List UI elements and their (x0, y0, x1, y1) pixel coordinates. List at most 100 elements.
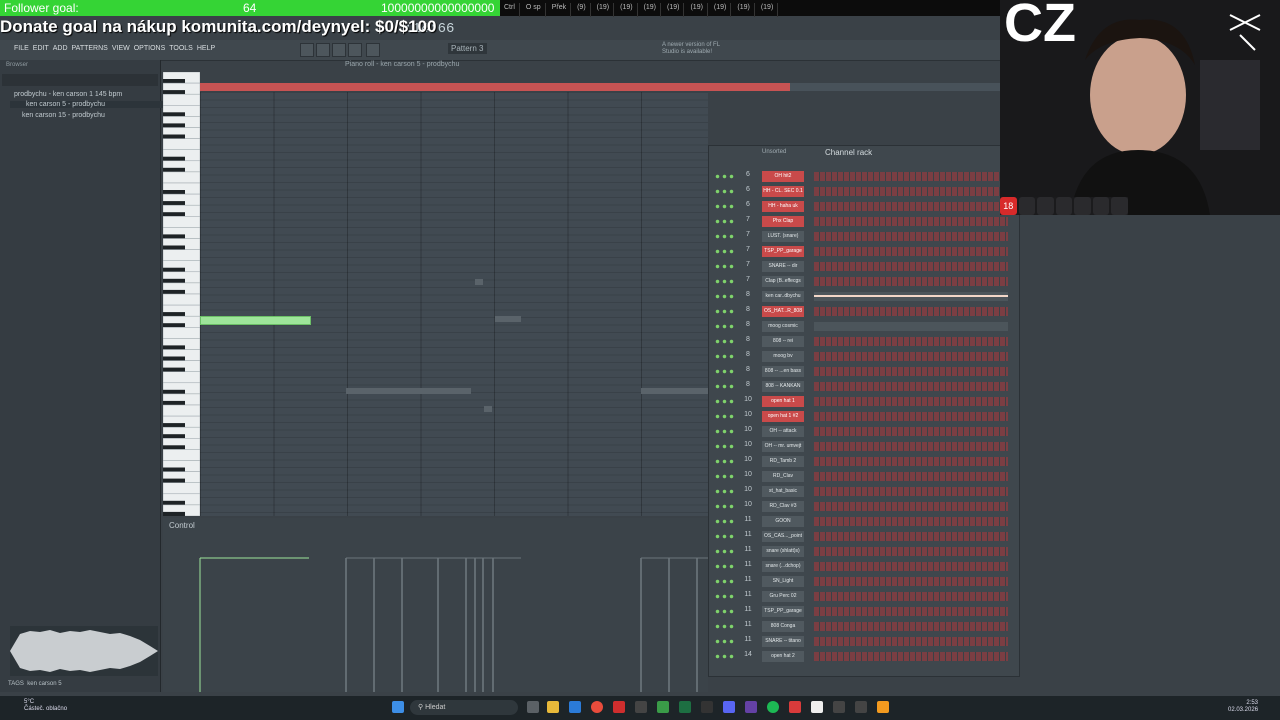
channel-row[interactable]: 8 808 -- KANKAN (710, 379, 1008, 394)
step-sequencer[interactable] (814, 247, 1008, 256)
step-sequencer[interactable] (814, 532, 1008, 541)
channel-mute-led[interactable] (714, 174, 734, 179)
channel-mute-led[interactable] (714, 279, 734, 284)
step-sequencer[interactable] (814, 502, 1008, 511)
step-sequencer[interactable] (814, 427, 1008, 436)
task-view-icon[interactable] (527, 701, 539, 713)
tag-value[interactable]: ken carson 5 (27, 681, 61, 687)
channel-mute-led[interactable] (714, 309, 734, 314)
channel-mute-led[interactable] (714, 564, 734, 569)
channel-name-button[interactable]: RD_Clav #3 (762, 501, 804, 512)
piano-keyboard[interactable] (163, 72, 200, 516)
channel-mute-led[interactable] (714, 354, 734, 359)
channel-mute-led[interactable] (714, 249, 734, 254)
channel-row[interactable]: 10 OH -- attack (710, 424, 1008, 439)
channel-mixer-track[interactable]: 11 (738, 606, 758, 613)
browser-item[interactable]: ken carson 15 - prodbychu (22, 112, 105, 119)
channel-mixer-track[interactable]: 6 (738, 186, 758, 193)
step-sequencer[interactable] (814, 232, 1008, 241)
channel-name-button[interactable]: open hat 1 #2 (762, 411, 804, 422)
event-control-panel[interactable] (163, 518, 708, 692)
channel-row[interactable]: 10 open hat 1 #2 (710, 409, 1008, 424)
channel-name-button[interactable]: OH hit2 (762, 171, 804, 182)
channel-name-button[interactable]: RD_Clav (762, 471, 804, 482)
channel-mixer-track[interactable]: 11 (738, 591, 758, 598)
channel-row[interactable]: 8 808 -- ...en bass (710, 364, 1008, 379)
channel-mute-led[interactable] (714, 204, 734, 209)
step-sequencer[interactable] (814, 592, 1008, 601)
channel-name-button[interactable]: SN_Light (762, 576, 804, 587)
note-block[interactable] (200, 316, 311, 325)
step-sequencer[interactable] (814, 562, 1008, 571)
channel-mixer-track[interactable]: 11 (738, 531, 758, 538)
channel-row[interactable]: 11 SN_Light (710, 574, 1008, 589)
store-icon[interactable] (569, 701, 581, 713)
browser-tab[interactable]: Přek (548, 3, 572, 17)
channel-mixer-track[interactable]: 10 (738, 396, 758, 403)
step-sequencer[interactable] (814, 577, 1008, 586)
taskbar-search[interactable]: ⚲ Hledat (410, 700, 518, 715)
channel-mute-led[interactable] (714, 459, 734, 464)
channel-mixer-track[interactable]: 14 (738, 651, 758, 658)
browser-tab[interactable]: (19) (757, 3, 779, 17)
channel-row[interactable]: 11 snare (shlatt)s) (710, 544, 1008, 559)
channel-row[interactable]: 11 snare (...dchop) (710, 559, 1008, 574)
timeline-ruler[interactable] (790, 83, 1000, 91)
piano-roll-grid[interactable] (200, 92, 708, 516)
channel-name-button[interactable]: GOON (762, 516, 804, 527)
channel-row[interactable]: 8 808 -- rei (710, 334, 1008, 349)
channel-mixer-track[interactable]: 10 (738, 441, 758, 448)
channel-mute-led[interactable] (714, 234, 734, 239)
channel-row[interactable]: 8 moog bv (710, 349, 1008, 364)
browser-item-selected[interactable]: ken carson 5 - prodbychu (10, 101, 172, 108)
channel-name-button[interactable]: Phx Clap (762, 216, 804, 227)
loop-button[interactable] (348, 43, 362, 57)
channel-row[interactable]: 11 GOON (710, 514, 1008, 529)
browser-tab[interactable]: (19) (686, 3, 708, 17)
channel-mute-led[interactable] (714, 624, 734, 629)
app-icon[interactable] (855, 701, 867, 713)
channel-name-button[interactable]: 808 -- ...en bass (762, 366, 804, 377)
browser-tab[interactable]: (19) (616, 3, 638, 17)
channel-row[interactable]: 11 808 Conga (710, 619, 1008, 634)
browser-tab[interactable]: (19) (663, 3, 685, 17)
channel-mute-led[interactable] (714, 429, 734, 434)
channel-mute-led[interactable] (714, 474, 734, 479)
channel-row[interactable]: 10 OH -- mr. umvejt (710, 439, 1008, 454)
step-sequencer[interactable] (814, 637, 1008, 646)
browser-tab[interactable]: (19) (710, 3, 732, 17)
step-sequencer[interactable] (814, 487, 1008, 496)
channel-row[interactable]: 14 open hat 2 (710, 649, 1008, 664)
channel-row[interactable]: 7 LUST. (snare) (710, 229, 1008, 244)
app-icon[interactable] (635, 701, 647, 713)
channel-mixer-track[interactable]: 10 (738, 426, 758, 433)
step-sequencer[interactable] (814, 352, 1008, 361)
channel-row[interactable]: 11 SNARE -- titano (710, 634, 1008, 649)
channel-row[interactable]: 10 RD_Clav (710, 469, 1008, 484)
menu-item-edit[interactable]: EDIT (33, 45, 49, 52)
channel-mixer-track[interactable]: 8 (738, 351, 758, 358)
channel-filter[interactable]: Unsorted (762, 149, 786, 155)
step-sequencer[interactable] (814, 307, 1008, 316)
channel-name-button[interactable]: OS_CAS..._point (762, 531, 804, 542)
channel-mute-led[interactable] (714, 324, 734, 329)
channel-name-button[interactable]: RD_Tamb 2 (762, 456, 804, 467)
excel-icon[interactable] (679, 701, 691, 713)
browser-tab[interactable]: (19) (733, 3, 755, 17)
channel-name-button[interactable]: open hat 1 (762, 396, 804, 407)
channel-mixer-track[interactable]: 8 (738, 291, 758, 298)
menu-item-tools[interactable]: TOOLS (169, 45, 193, 52)
step-sequencer[interactable] (814, 472, 1008, 481)
channel-name-button[interactable]: SNARE -- titano (762, 636, 804, 647)
browser-tab[interactable]: O sp (522, 3, 546, 17)
step-sequencer[interactable] (814, 292, 1008, 301)
channel-name-button[interactable]: TSP_PP_garage (762, 246, 804, 257)
app-icon[interactable] (811, 701, 823, 713)
app-icon[interactable] (833, 701, 845, 713)
step-sequencer[interactable] (814, 652, 1008, 661)
step-sequencer[interactable] (814, 217, 1008, 226)
channel-mixer-track[interactable]: 7 (738, 276, 758, 283)
channel-name-button[interactable]: TSP_PP_garage (762, 606, 804, 617)
channel-mixer-track[interactable]: 11 (738, 546, 758, 553)
channel-name-button[interactable]: Clap (B..effecgs (762, 276, 804, 287)
